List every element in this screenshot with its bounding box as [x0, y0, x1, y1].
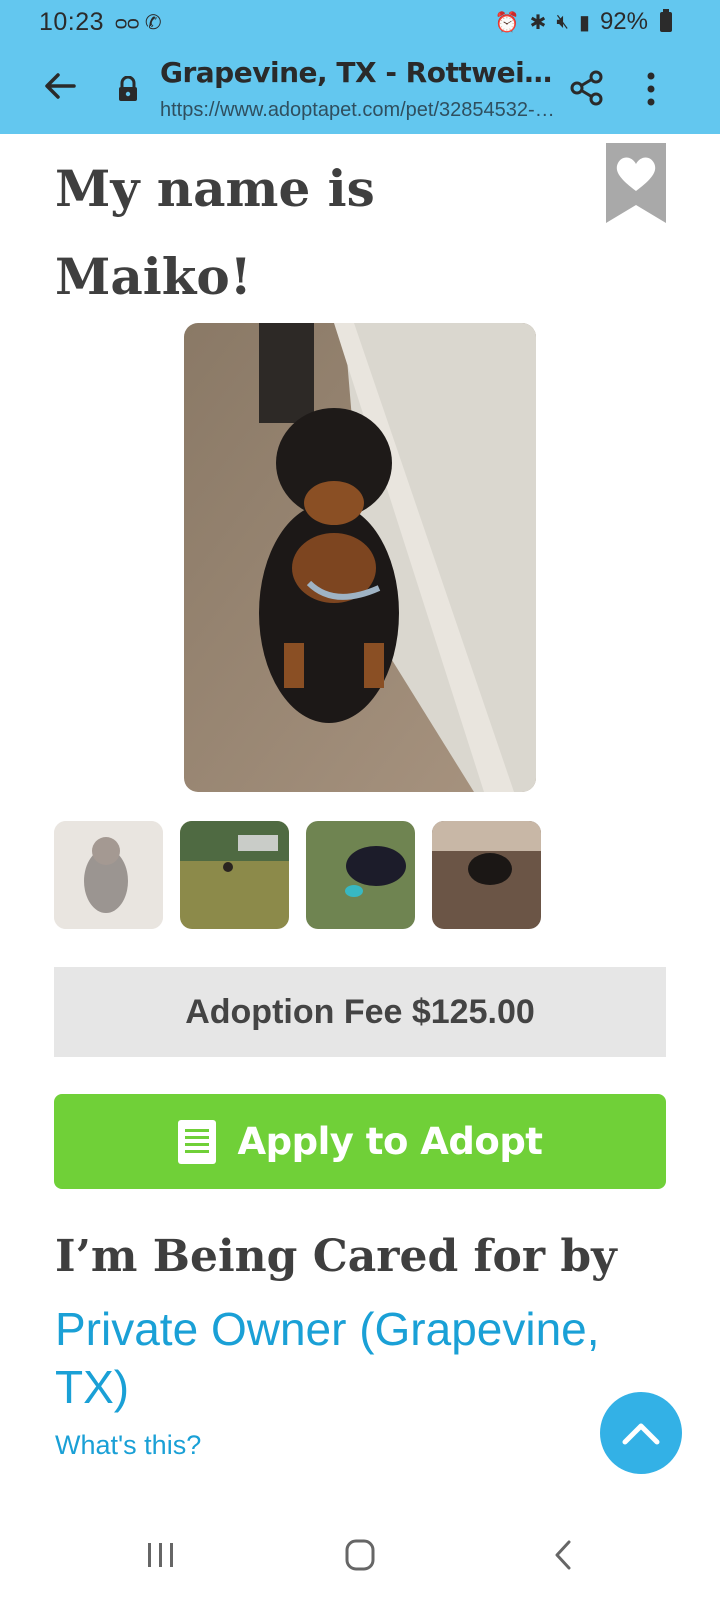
lock-icon[interactable] [117, 76, 139, 102]
system-nav-bar [0, 1510, 720, 1600]
main-pet-photo[interactable] [184, 323, 536, 792]
apply-to-adopt-button[interactable]: Apply to Adopt [54, 1094, 666, 1189]
chevron-up-icon [622, 1423, 660, 1445]
status-time: 10:23 [39, 8, 105, 36]
back-arrow-icon[interactable] [40, 66, 80, 106]
share-icon[interactable] [570, 70, 604, 106]
thumbnail-4[interactable] [432, 821, 541, 929]
signal-icon: ▮ [578, 11, 590, 34]
thumbnail-2[interactable] [180, 821, 289, 929]
url-bar: Grapevine, TX - Rottweiler. Meet Maiko a… [0, 44, 720, 134]
battery-percent: 92% [599, 8, 648, 35]
battery-icon [660, 9, 672, 32]
caretaker-heading: I’m Being Cared for by [55, 1231, 617, 1282]
recent-apps-icon[interactable] [146, 1540, 176, 1570]
whats-this-link[interactable]: What's this? [55, 1430, 201, 1461]
adoption-fee: Adoption Fee $125.00 [54, 967, 666, 1057]
thumbnail-1[interactable] [54, 821, 163, 929]
alarm-icon: ⏰ [494, 11, 520, 34]
nav-back-icon[interactable] [552, 1538, 574, 1572]
scroll-to-top-button[interactable] [600, 1392, 682, 1474]
page-title[interactable]: Grapevine, TX - Rottweiler. Meet Maiko a… [160, 56, 555, 89]
adoption-fee-label: Adoption Fee $125.00 [185, 992, 535, 1031]
bluetooth-icon: ✱ [529, 11, 547, 34]
document-icon [177, 1119, 216, 1164]
page-url[interactable]: https://www.adoptapet.com/pet/32854532-g… [160, 99, 560, 122]
status-bar: 10:23 ᴑᴑ ✆ ⏰ ✱ 🔇︎ ▮ 92% [0, 0, 720, 44]
thumbnail-3[interactable] [306, 821, 415, 929]
mute-icon: 🔇︎ [556, 10, 569, 33]
voicemail-icon: ᴑᴑ ✆ [115, 12, 162, 34]
owner-link[interactable]: Private Owner (Grapevine, TX) [55, 1300, 615, 1416]
pet-name-heading: My name is Maiko! [55, 159, 375, 306]
favorite-bookmark-icon[interactable] [606, 143, 666, 223]
browser-chrome: 10:23 ᴑᴑ ✆ ⏰ ✱ 🔇︎ ▮ 92% Grapevine, TX - … [0, 0, 720, 134]
more-options-icon[interactable] [646, 72, 656, 106]
status-icons: ⏰ ✱ 🔇︎ ▮ 92% [495, 8, 672, 36]
home-icon[interactable] [344, 1538, 376, 1572]
apply-to-adopt-label: Apply to Adopt [237, 1120, 544, 1163]
